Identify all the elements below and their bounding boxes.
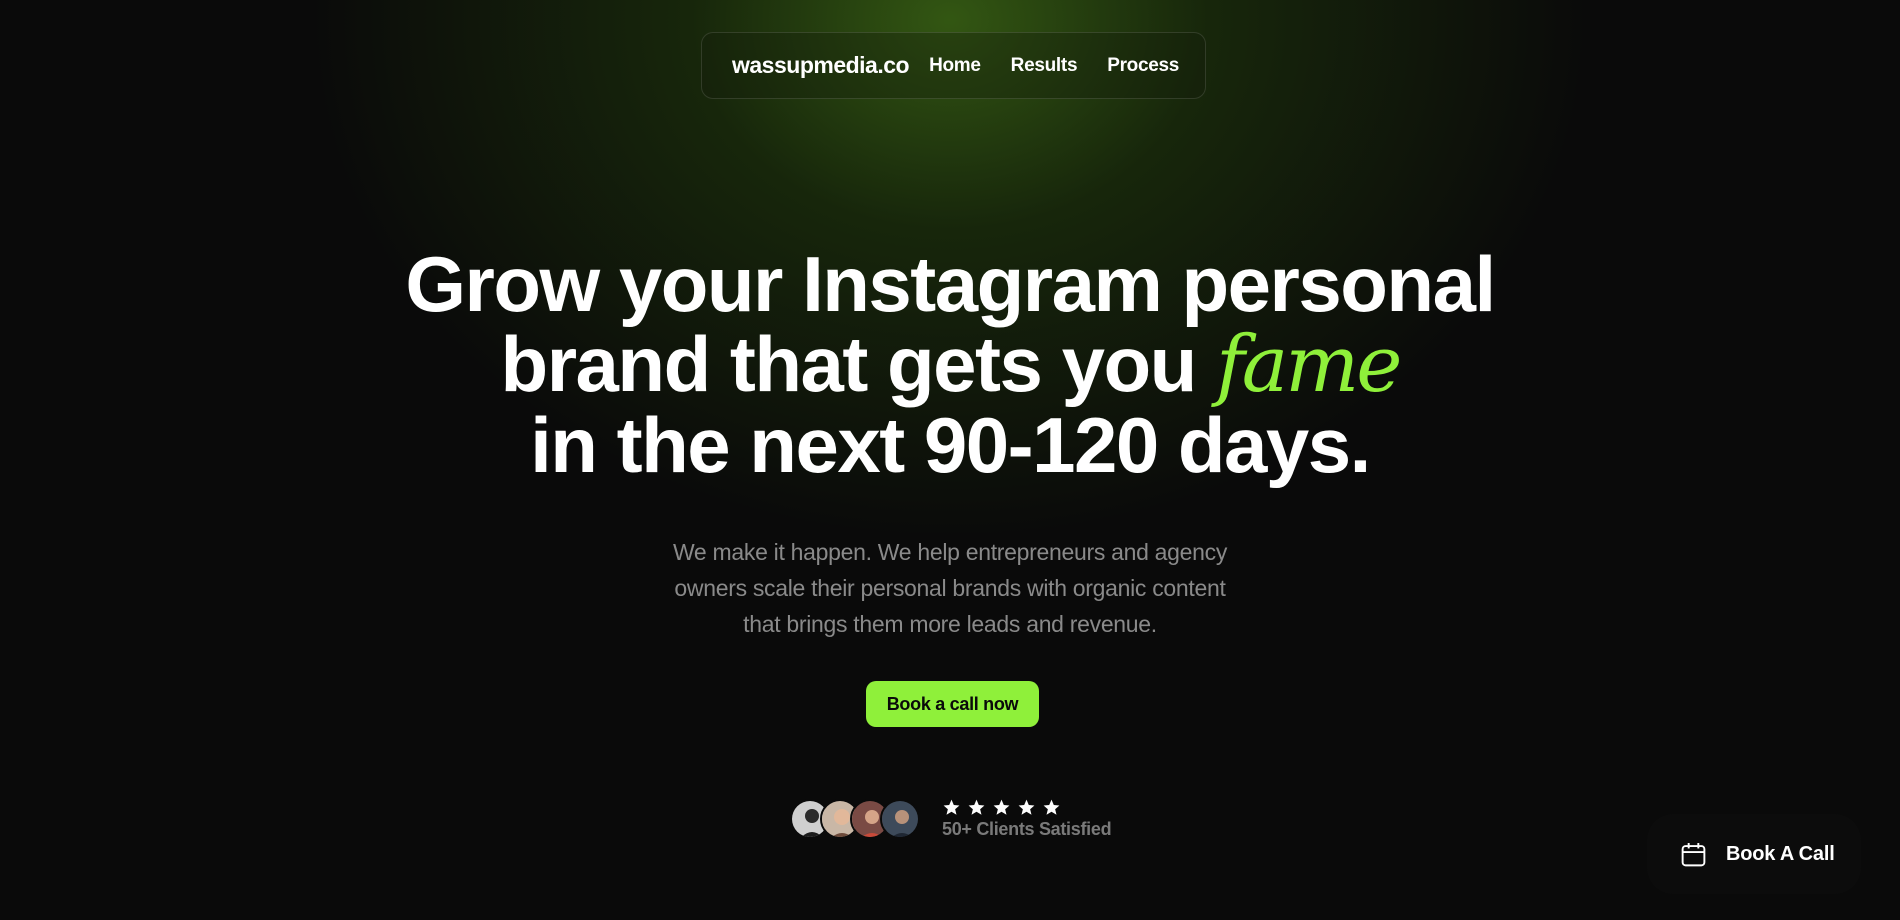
star-icon xyxy=(1018,799,1035,815)
headline-line-3: in the next 90-120 days. xyxy=(530,401,1371,489)
star-icon xyxy=(968,799,985,815)
floating-button-label: Book A Call xyxy=(1726,842,1835,865)
clients-satisfied-label: 50+ Clients Satisfied xyxy=(942,819,1112,839)
headline-line-1: Grow your Instagram personal xyxy=(405,240,1496,328)
avatar xyxy=(880,799,920,839)
subtitle-line-1: We make it happen. We help entrepreneurs… xyxy=(672,539,1228,565)
hero-headline: Grow your Instagram personal brand that … xyxy=(0,244,1900,485)
floating-book-a-call-button[interactable]: Book A Call xyxy=(1647,814,1861,894)
book-call-now-button[interactable]: Book a call now xyxy=(866,681,1039,727)
brand-logo[interactable]: wassupmedia.co xyxy=(732,52,910,79)
client-avatars xyxy=(790,799,920,839)
rating-stars xyxy=(942,798,1111,817)
star-icon xyxy=(943,799,960,815)
star-icon xyxy=(1043,799,1060,815)
top-nav: wassupmedia.co Home Results Process xyxy=(701,32,1206,99)
subtitle-line-3: that brings them more leads and revenue. xyxy=(743,611,1157,637)
nav-link-home[interactable]: Home xyxy=(929,55,981,77)
nav-link-results[interactable]: Results xyxy=(1011,55,1078,77)
rating: 50+ Clients Satisfied xyxy=(942,798,1112,840)
hero-subtitle: We make it happen. We help entrepreneurs… xyxy=(0,534,1900,642)
headline-line-2: brand that gets you fame xyxy=(0,324,1900,405)
headline-accent-word: fame xyxy=(1215,320,1402,410)
subtitle-line-2: owners scale their personal brands with … xyxy=(674,575,1226,601)
star-icon xyxy=(993,799,1010,815)
hero: Grow your Instagram personal brand that … xyxy=(0,244,1900,485)
page: wassupmedia.co Home Results Process Grow… xyxy=(0,0,1900,920)
social-proof: 50+ Clients Satisfied xyxy=(790,797,1112,841)
headline-line-2-text: brand that gets you xyxy=(500,320,1216,408)
calendar-icon xyxy=(1681,842,1706,866)
nav-link-process[interactable]: Process xyxy=(1107,55,1179,77)
